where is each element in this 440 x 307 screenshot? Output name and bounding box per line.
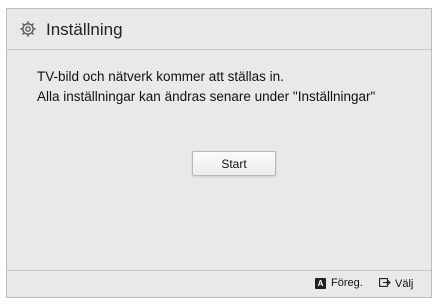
dialog-title: Inställning (46, 20, 123, 39)
message-line-2: Alla inställningar kan ändras senare und… (37, 89, 376, 104)
previous-hint[interactable]: A Föreg. (315, 277, 363, 290)
a-key-icon: A (315, 278, 326, 289)
select-hint[interactable]: Välj (379, 277, 413, 292)
dialog-titlebar: Inställning (7, 9, 431, 50)
setup-message: TV-bild och nätverk kommer att ställas i… (37, 67, 421, 107)
message-line-1: TV-bild och nätverk kommer att ställas i… (37, 69, 284, 84)
dialog-footer: A Föreg. Välj (7, 270, 431, 297)
select-label: Välj (395, 278, 414, 290)
gear-icon (19, 20, 37, 38)
setup-dialog: Inställning TV-bild och nätverk kommer a… (6, 8, 432, 298)
start-button[interactable]: Start (192, 151, 276, 176)
enter-icon (379, 277, 391, 292)
previous-label: Föreg. (331, 277, 363, 289)
